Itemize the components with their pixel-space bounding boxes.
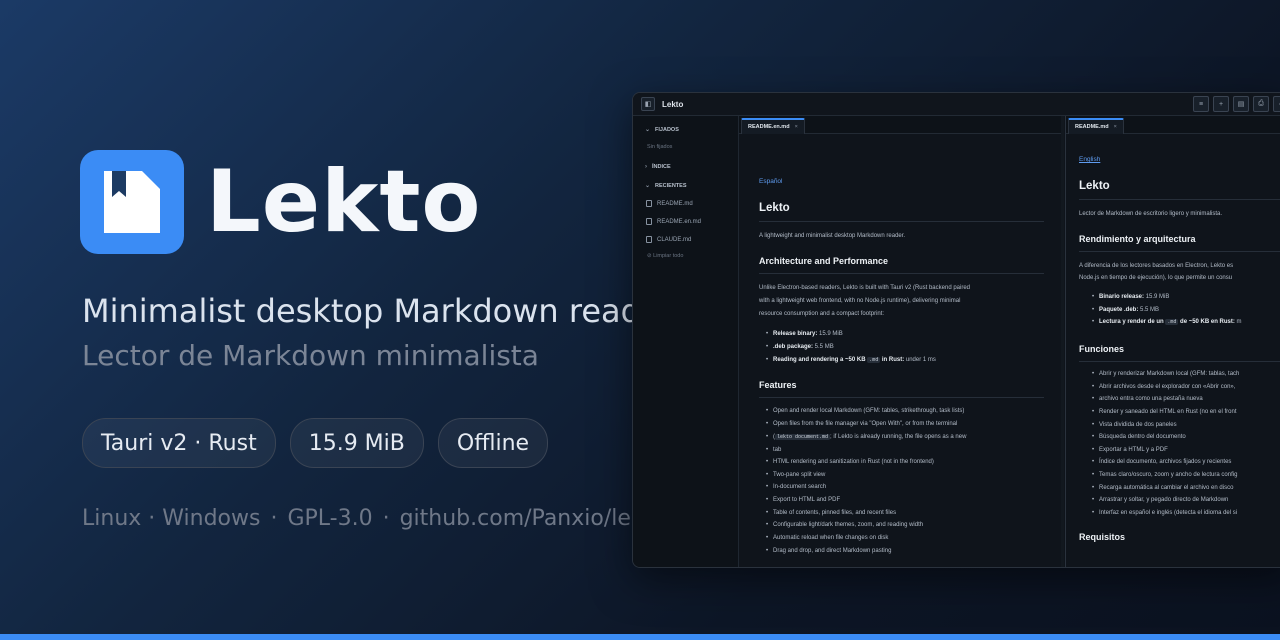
list-item: Exportar a HTML y a PDF	[1092, 444, 1168, 457]
list-item: In-document search	[766, 481, 826, 494]
document: Español Lekto A lightweight and minimali…	[759, 134, 1054, 567]
tagline-es: Lector de Markdown minimalista	[82, 339, 539, 372]
arch-line: Node.js en tiempo de ejecución), lo que …	[1079, 275, 1233, 281]
menu-icon[interactable]: ≡	[1193, 96, 1209, 112]
tab-readme-en[interactable]: README.en.md ×	[741, 118, 805, 134]
file-icon	[646, 236, 652, 243]
chevron-down-icon: ⌄	[645, 127, 651, 133]
badge-stack: Tauri v2 · Rust	[82, 418, 276, 468]
list-item: Two-pane split view	[766, 469, 825, 482]
list-item-cont: tab	[766, 444, 782, 457]
list-item-cont: (lekto document.md; if Lekto is already …	[766, 431, 966, 444]
toolbar: ≡ + ▤ ⎙ ○	[1193, 96, 1280, 112]
footer-line: Linux · Windows · GPL-3.0 · github.com/Panxi…	[82, 506, 666, 531]
list-item: HTML rendering and sanitization in Rust …	[766, 456, 934, 469]
footer-platforms: Linux · Windows	[82, 506, 261, 531]
accent-bar	[0, 634, 1280, 640]
titlebar: ◧ Lekto ≡ + ▤ ⎙ ○	[633, 93, 1280, 116]
list-item: Drag and drop, and direct Markdown pasti…	[766, 545, 891, 558]
logo-row: Lekto	[80, 150, 482, 254]
close-icon[interactable]: ×	[1114, 124, 1117, 130]
list-item: Abrir archivos desde el explorador con «…	[1092, 381, 1235, 394]
list-item: Export to HTML and PDF	[766, 494, 840, 507]
clear-all-link[interactable]: ⊘ Limpiar todo	[647, 253, 683, 259]
recent-file[interactable]: README.md	[646, 200, 693, 207]
close-icon[interactable]: ×	[795, 124, 798, 130]
document: English Lekto Lector de Markdown de escr…	[1079, 134, 1280, 567]
list-item: Índice del documento, archivos fijados y…	[1092, 456, 1231, 469]
list-item: Open files from the file manager via "Op…	[766, 418, 957, 431]
sidebar: ⌄ FIJADOS Sin fijados › ÍNDICE ⌄ RECIENTES …	[633, 116, 739, 567]
export-icon[interactable]: ▤	[1233, 96, 1249, 112]
tab-readme[interactable]: README.md ×	[1068, 118, 1124, 134]
recent-file[interactable]: README.en.md	[646, 218, 701, 225]
heading-features: Funciones	[1079, 344, 1125, 354]
list-item: Table of contents, pinned files, and rec…	[766, 507, 896, 520]
arch-line: A diferencia de los lectores basados en …	[1079, 263, 1234, 269]
doc-title: Lekto	[1079, 180, 1110, 192]
file-icon	[646, 218, 652, 225]
footer-repo: github.com/Panxio/lekto	[399, 506, 666, 531]
badge-list: Tauri v2 · Rust 15.9 MiB Offline	[82, 418, 549, 468]
window-title: Lekto	[662, 99, 684, 109]
print-icon[interactable]: ⎙	[1253, 96, 1269, 112]
heading-features: Features	[759, 380, 797, 390]
heading-architecture: Architecture and Performance	[759, 256, 889, 266]
list-item: Reading and rendering a ~50 KB .md in Ru…	[766, 354, 936, 367]
pane-left: README.en.md × Español Lekto A lightweigh…	[739, 116, 1064, 567]
chevron-right-icon: ›	[645, 164, 647, 170]
language-link[interactable]: English	[1079, 156, 1100, 163]
list-item: Configurable light/dark themes, zoom, an…	[766, 519, 923, 532]
list-item: Binario release: 15.9 MiB	[1092, 291, 1169, 304]
hero: Lekto Minimalist desktop Markdown reader…	[0, 0, 680, 640]
list-item: Arrastrar y soltar, y pegado directo de …	[1092, 494, 1228, 507]
pane-right: README.md × English Lekto Lector de Markd…	[1065, 116, 1280, 567]
list-item: Open and render local Markdown (GFM: tab…	[766, 405, 964, 418]
list-item: Automatic reload when file changes on di…	[766, 532, 888, 545]
file-icon	[646, 200, 652, 207]
list-item-cont: archivo entra como una pestaña nueva	[1092, 393, 1203, 406]
list-item: Recarga automática al cambiar el archivo…	[1092, 482, 1233, 495]
list-item: Release binary: 15.9 MiB	[766, 328, 843, 341]
list-item: Interfaz en español e inglés (detecta el…	[1092, 507, 1237, 520]
arch-line: Unlike Electron-based readers, Lekto is …	[759, 285, 970, 291]
app-logo-icon	[80, 150, 184, 254]
sidebar-section-recent[interactable]: ⌄ RECIENTES	[645, 182, 687, 190]
app-window: ◧ Lekto ≡ + ▤ ⎙ ○ ⌄FIJADOS Sin fijados ›…	[632, 92, 1280, 568]
heading-requirements: Requisitos	[1079, 532, 1126, 542]
scrollbar[interactable]	[1061, 116, 1064, 567]
search-icon[interactable]: ○	[1273, 96, 1280, 112]
tab-bar: README.en.md ×	[739, 116, 1064, 134]
badge-offline: Offline	[437, 418, 549, 468]
sidebar-section-pinned[interactable]: ⌄ FIJADOS	[645, 126, 679, 134]
sidebar-section-index[interactable]: › ÍNDICE	[645, 164, 671, 170]
chevron-down-icon: ⌄	[645, 183, 651, 189]
list-item: Vista dividida de dos paneles	[1092, 419, 1177, 432]
add-icon[interactable]: +	[1213, 96, 1229, 112]
list-item: Render y saneado del HTML en Rust (no en…	[1092, 406, 1237, 419]
list-item: Lectura y render de un .md de ~50 KB en …	[1092, 316, 1242, 329]
heading-architecture: Rendimiento y arquitectura	[1079, 234, 1196, 244]
app-name: Lekto	[206, 152, 482, 252]
recent-file[interactable]: CLAUDE.md	[646, 236, 691, 243]
tab-bar: README.md ×	[1066, 116, 1280, 134]
doc-intro: A lightweight and minimalist desktop Mar…	[759, 233, 906, 239]
doc-intro: Lector de Markdown de escritorio ligero …	[1079, 211, 1223, 217]
language-link[interactable]: Español	[759, 178, 783, 185]
list-item: Paquete .deb: 5.5 MB	[1092, 304, 1159, 317]
arch-line: with a lightweight web frontend, with no…	[759, 298, 961, 304]
pinned-empty: Sin fijados	[647, 144, 673, 150]
list-item: Temas claro/oscuro, zoom y ancho de lect…	[1092, 469, 1237, 482]
tagline-en: Minimalist desktop Markdown reader	[82, 292, 674, 330]
arch-line: resource consumption and a compact footp…	[759, 311, 885, 317]
badge-size: 15.9 MiB	[289, 418, 424, 468]
footer-license: GPL-3.0	[287, 506, 373, 531]
list-item: Búsqueda dentro del documento	[1092, 431, 1186, 444]
sidebar-toggle-icon[interactable]: ◧	[641, 97, 655, 111]
list-item: Abrir y renderizar Markdown local (GFM: …	[1092, 368, 1239, 381]
list-item: .deb package: 5.5 MB	[766, 341, 834, 354]
doc-title: Lekto	[759, 202, 790, 214]
